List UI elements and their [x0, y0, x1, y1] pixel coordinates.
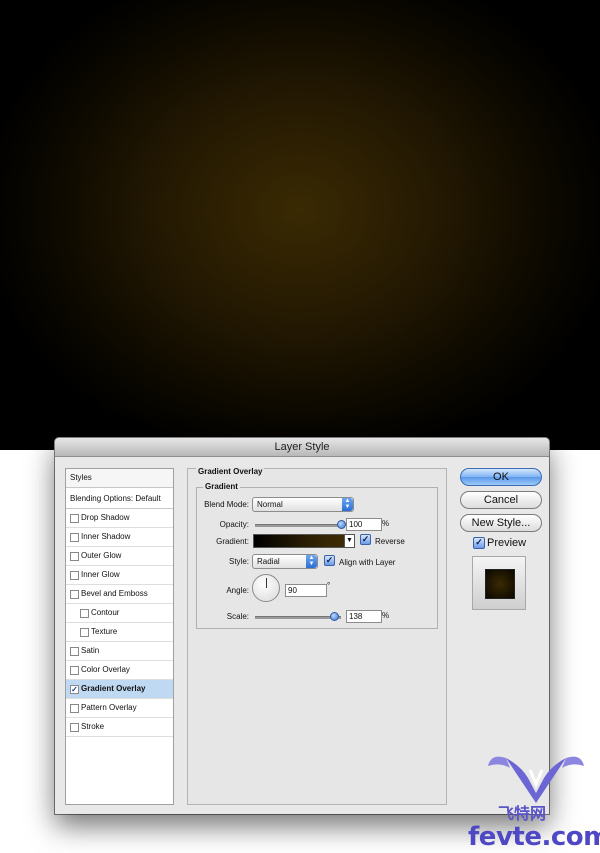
- style-label: Style:: [228, 557, 249, 566]
- blend-mode-label: Blend Mode:: [204, 500, 249, 509]
- watermark: 飞特网 fevte.com: [468, 748, 600, 852]
- style-checkbox[interactable]: [70, 666, 79, 675]
- watermark-cn: 飞特网: [498, 804, 547, 823]
- reverse-label: Reverse: [375, 537, 405, 546]
- style-checkbox[interactable]: [80, 609, 89, 618]
- cancel-button[interactable]: Cancel: [460, 491, 542, 509]
- style-item-label: Drop Shadow: [81, 513, 130, 522]
- style-item-inner-glow[interactable]: Inner Glow: [66, 566, 173, 585]
- style-checkbox[interactable]: [70, 590, 79, 599]
- style-checkbox[interactable]: [70, 514, 79, 523]
- style-item-satin[interactable]: Satin: [66, 642, 173, 661]
- preview-swatch: [485, 569, 515, 599]
- style-item-label: Inner Glow: [81, 570, 120, 579]
- new-style-button[interactable]: New Style...: [460, 514, 542, 532]
- select-arrows-icon: ▲ ▼: [342, 498, 353, 511]
- reverse-checkbox[interactable]: ✓: [360, 534, 371, 545]
- blend-mode-value: Normal: [257, 500, 283, 509]
- opacity-unit: %: [382, 519, 390, 528]
- blending-options[interactable]: Blending Options: Default: [66, 490, 173, 509]
- style-item-stroke[interactable]: Stroke: [66, 718, 173, 737]
- ok-button[interactable]: OK: [460, 468, 542, 486]
- gradient-label: Gradient:: [216, 537, 249, 546]
- gradient-group-box: Gradient Blend Mode: Normal ▲ ▼ Opacity: …: [196, 482, 438, 629]
- opacity-input[interactable]: 100: [346, 518, 382, 531]
- style-item-gradient-overlay[interactable]: ✓ Gradient Overlay: [66, 680, 173, 699]
- style-item-label: Color Overlay: [81, 665, 130, 674]
- style-item-label: Contour: [91, 608, 120, 617]
- angle-needle-icon: [266, 578, 267, 588]
- scale-unit: %: [382, 611, 390, 620]
- scale-slider-track[interactable]: [255, 616, 341, 619]
- style-checkbox[interactable]: [70, 723, 79, 732]
- wings-logo-icon: [488, 756, 584, 803]
- style-item-texture[interactable]: Texture: [66, 623, 173, 642]
- style-item-label: Inner Shadow: [81, 532, 131, 541]
- style-item-label: Stroke: [81, 722, 105, 731]
- style-item-label: Satin: [81, 646, 100, 655]
- watermark-en: fevte.com: [468, 822, 600, 852]
- style-item-pattern-overlay[interactable]: Pattern Overlay: [66, 699, 173, 718]
- document-canvas: [0, 0, 600, 450]
- style-checkbox[interactable]: [70, 647, 79, 656]
- style-checkbox[interactable]: [70, 571, 79, 580]
- angle-unit: °: [327, 581, 331, 590]
- opacity-label: Opacity:: [219, 520, 249, 529]
- style-checkbox[interactable]: [70, 533, 79, 542]
- align-with-layer-label: Align with Layer: [339, 558, 396, 567]
- styles-header[interactable]: Styles: [66, 469, 173, 488]
- gradient-subtitle: Gradient: [203, 482, 240, 491]
- style-item-label: Outer Glow: [81, 551, 122, 560]
- scale-input[interactable]: 138: [346, 610, 382, 623]
- style-item-outer-glow[interactable]: Outer Glow: [66, 547, 173, 566]
- preview-checkbox[interactable]: ✓: [473, 537, 485, 549]
- style-item-label: Pattern Overlay: [81, 703, 137, 712]
- style-item-label: Gradient Overlay: [81, 684, 146, 693]
- angle-input[interactable]: 90: [285, 584, 327, 597]
- style-item-label: Texture: [91, 627, 118, 636]
- gradient-dropdown-icon[interactable]: ▼: [344, 534, 355, 548]
- style-item-bevel-and-emboss[interactable]: Bevel and Emboss: [66, 585, 173, 604]
- gradient-overlay-panel: Gradient Overlay Gradient Blend Mode: No…: [187, 467, 447, 805]
- gradient-swatch[interactable]: [253, 534, 345, 548]
- style-select[interactable]: Radial ▲ ▼: [252, 554, 318, 569]
- preview-label: Preview: [487, 537, 527, 549]
- styles-list: Styles Blending Options: Default Drop Sh…: [65, 468, 174, 805]
- scale-label: Scale:: [226, 612, 249, 621]
- gradient-overlay-title: Gradient Overlay: [196, 467, 265, 476]
- opacity-slider-track[interactable]: [255, 524, 341, 527]
- style-value: Radial: [257, 557, 280, 566]
- align-with-layer-checkbox[interactable]: ✓: [324, 555, 335, 566]
- dialog-title: Layer Style: [55, 438, 549, 457]
- scale-slider-thumb[interactable]: [330, 612, 340, 621]
- style-item-label: Bevel and Emboss: [81, 589, 148, 598]
- style-checkbox[interactable]: ✓: [70, 685, 79, 694]
- style-item-color-overlay[interactable]: Color Overlay: [66, 661, 173, 680]
- style-checkbox[interactable]: [70, 552, 79, 561]
- angle-dial[interactable]: [252, 574, 280, 602]
- style-checkbox[interactable]: [80, 628, 89, 637]
- style-item-inner-shadow[interactable]: Inner Shadow: [66, 528, 173, 547]
- select-arrows-icon: ▲ ▼: [306, 555, 317, 568]
- opacity-slider-thumb[interactable]: [337, 520, 346, 529]
- style-item-drop-shadow[interactable]: Drop Shadow: [66, 509, 173, 528]
- style-item-contour[interactable]: Contour: [66, 604, 173, 623]
- preview-thumbnail: [472, 556, 526, 610]
- angle-label: Angle:: [226, 586, 249, 595]
- blend-mode-select[interactable]: Normal ▲ ▼: [252, 497, 354, 512]
- style-checkbox[interactable]: [70, 704, 79, 713]
